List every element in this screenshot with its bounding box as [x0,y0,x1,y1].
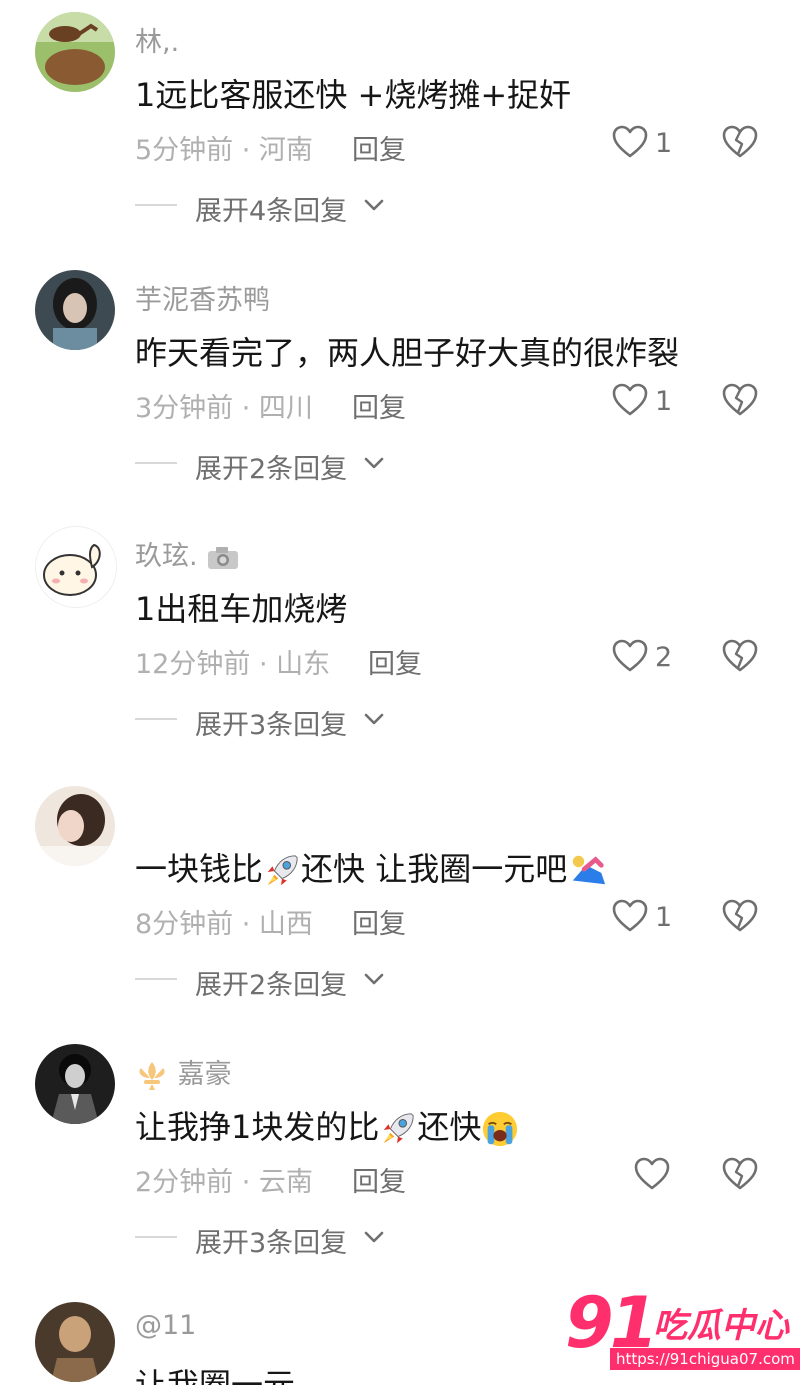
comment-meta: 2分钟前 · 云南 [135,1167,313,1198]
expand-replies-button[interactable]: 展开4条回复 [135,185,435,227]
expand-replies-button[interactable]: 展开3条回复 [135,699,435,741]
comment-text: 让我圈一元 [135,1366,296,1385]
expand-replies-label: 展开4条回复 [195,196,348,227]
expand-replies-label: 展开3条回复 [195,710,348,741]
username[interactable]: @11 [135,1310,196,1341]
comment-item: 嘉豪 让我挣1块发的比 还快 2分钟前 · 云南 回复 展开3条回复 [0,1032,800,1290]
username-text: 玖玹. [135,541,198,572]
username-text: 嘉豪 [177,1059,232,1090]
expand-replies-label: 展开2条回复 [195,970,348,1001]
expand-replies-label: 展开3条回复 [195,1228,348,1259]
comment-text-part: 还快 让我圈一元吧 [301,850,568,888]
comment-item: 林,. 1远比客服还快 +烧烤摊+捉奸 5分钟前 · 河南 回复 1 展开4条回… [0,0,800,258]
broken-heart-icon[interactable] [722,899,758,933]
reply-button[interactable]: 回复 [368,642,422,681]
username[interactable]: 嘉豪 [135,1052,232,1092]
watermark-logo: 91 吃瓜中心 https://91chigua07.com [565,1282,800,1378]
avatar-image [35,270,115,350]
heart-outline-icon[interactable] [612,383,648,417]
username[interactable]: 林,. [135,20,179,59]
diving-emoji [567,852,609,890]
divider [135,978,177,980]
expand-replies-label: 展开2条回复 [195,454,348,485]
fleur-de-lis-icon [139,1061,165,1090]
heart-outline-icon[interactable] [612,899,648,933]
crying-face-emoji [481,1110,519,1148]
comment-meta: 5分钟前 · 河南 [135,135,313,166]
comment-meta: 3分钟前 · 四川 [135,393,313,424]
avatar-image [35,1044,115,1124]
comment-meta: 12分钟前 · 山东 [135,649,331,680]
divider [135,718,177,720]
avatar-image [35,786,115,866]
avatar[interactable] [35,526,117,608]
comment-meta: 8分钟前 · 山西 [135,909,313,940]
comment-text: 让我挣1块发的比 还快 [135,1102,519,1148]
chevron-down-icon [363,1229,385,1245]
avatar[interactable] [35,12,115,92]
broken-heart-icon[interactable] [722,639,758,673]
avatar[interactable] [35,786,115,866]
like-count: 2 [655,642,673,673]
heart-outline-icon[interactable] [634,1157,670,1191]
comment-text-part: 一块钱比 [135,850,264,888]
broken-heart-icon[interactable] [722,125,758,159]
chevron-down-icon [363,711,385,727]
chevron-down-icon [363,971,385,987]
like-count: 1 [655,902,673,933]
comment-text-part: 还快 [417,1108,482,1146]
avatar-image [36,527,116,607]
comment-text: 一块钱比 还快 让我圈一元吧 [135,844,609,890]
expand-replies-button[interactable]: 展开2条回复 [135,959,435,1001]
expand-replies-button[interactable]: 展开3条回复 [135,1217,435,1259]
reply-button[interactable]: 回复 [352,386,406,425]
watermark-title: 吃瓜中心 [653,1306,789,1346]
rocket-emoji [379,1110,417,1148]
divider [135,1236,177,1238]
reply-button[interactable]: 回复 [352,128,406,167]
avatar[interactable] [35,270,115,350]
avatar[interactable] [35,1044,115,1124]
avatar-image [35,12,115,92]
username[interactable]: 芋泥香苏鸭 [135,278,270,317]
chevron-down-icon [363,197,385,213]
avatar-image [35,1302,115,1382]
divider [135,462,177,464]
expand-replies-button[interactable]: 展开2条回复 [135,443,435,485]
comment-item: 玖玹. 1出租车加烧烤 12分钟前 · 山东 回复 2 展开3条回复 [0,514,800,772]
like-count: 1 [655,128,673,159]
comment-item: 芋泥香苏鸭 昨天看完了，两人胆子好大真的很炸裂 3分钟前 · 四川 回复 1 展… [0,258,800,516]
avatar[interactable] [35,1302,115,1382]
broken-heart-icon[interactable] [722,383,758,417]
heart-outline-icon[interactable] [612,639,648,673]
comment-text: 1远比客服还快 +烧烤摊+捉奸 [135,76,572,114]
comment-text-part: 让我挣1块发的比 [135,1108,380,1146]
comment-text: 昨天看完了，两人胆子好大真的很炸裂 [135,334,680,372]
camera-icon [208,546,239,569]
comment-item: 一块钱比 还快 让我圈一元吧 8分钟前 · 山西 回复 1 展开2条回复 [0,774,800,1032]
reply-button[interactable]: 回复 [352,902,406,941]
watermark-url: https://91chigua07.com [610,1348,800,1370]
reply-button[interactable]: 回复 [352,1160,406,1199]
heart-outline-icon[interactable] [612,125,648,159]
like-count: 1 [655,386,673,417]
comment-text: 1出租车加烧烤 [135,590,348,628]
divider [135,204,177,206]
username[interactable]: 玖玹. [135,534,240,573]
rocket-emoji [263,852,301,890]
broken-heart-icon[interactable] [722,1157,758,1191]
chevron-down-icon [363,455,385,471]
